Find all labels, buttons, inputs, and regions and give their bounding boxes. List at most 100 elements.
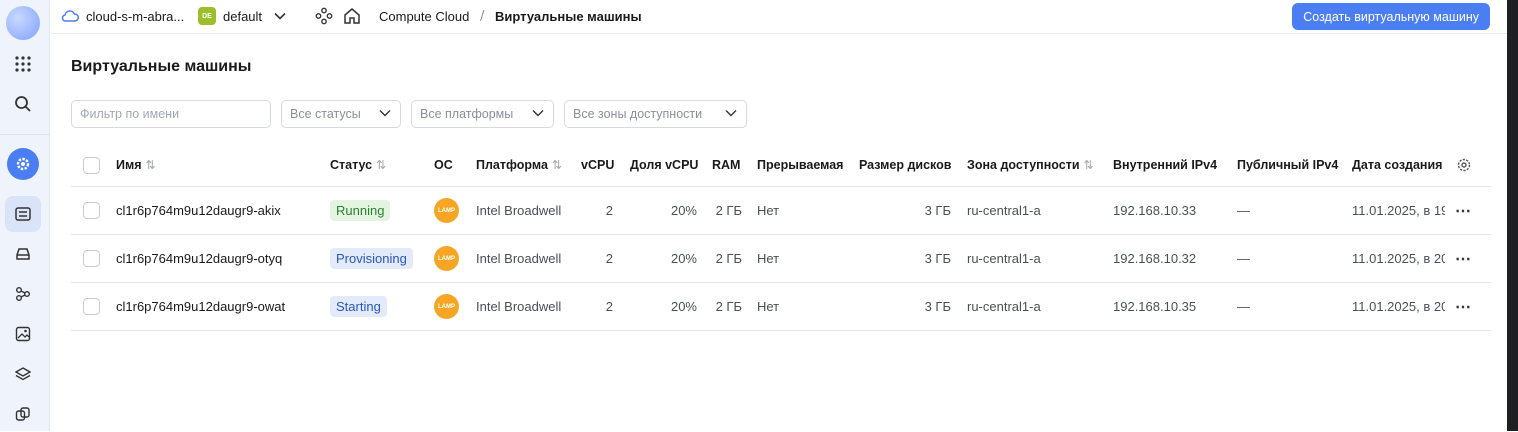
public-ip: — — [1237, 251, 1250, 266]
disk-size: 3 ГБ — [924, 203, 951, 218]
status-badge-label: Starting — [330, 296, 387, 317]
top-bar: cloud-s-m-abra... DE default Compute Clo… — [51, 0, 1518, 34]
header-status-label: Статус — [330, 158, 373, 172]
home-icon[interactable] — [343, 0, 361, 32]
header-name[interactable]: Имя ⇅ — [116, 144, 156, 186]
more-icon[interactable]: ⋯ — [1455, 187, 1472, 234]
settings-icon[interactable] — [1456, 144, 1472, 186]
vcpu: 2 — [605, 299, 613, 314]
sort-icon: ⇅ — [551, 158, 562, 172]
snapshot-icon[interactable] — [5, 396, 41, 432]
create-vm-button[interactable]: Создать виртуальную машину — [1292, 3, 1490, 30]
platform-select[interactable]: Все платформы — [411, 100, 554, 128]
row-checkbox[interactable] — [83, 187, 100, 234]
logo-icon[interactable] — [6, 6, 40, 40]
more-icon[interactable]: ⋯ — [1455, 283, 1472, 330]
vcpu: 2 — [605, 203, 613, 218]
chevron-down-icon — [532, 110, 544, 117]
header-zone[interactable]: Зона доступности ⇅ — [967, 144, 1094, 186]
zone-select[interactable]: Все зоны доступности — [564, 100, 747, 128]
image-icon[interactable] — [5, 316, 41, 352]
table-row[interactable]: cl1r6p764m9u12daugr9-owat Starting LAMP … — [71, 283, 1491, 331]
page-title: Виртуальные машины — [71, 58, 252, 75]
created-date: 11.01.2025, в 20 — [1352, 299, 1445, 314]
header-status[interactable]: Статус ⇅ — [330, 144, 386, 186]
table-header: Имя ⇅ Статус ⇅ ОС Платформа ⇅ vCPU Доля vCP… — [71, 144, 1491, 187]
cloud-icon — [61, 10, 79, 22]
platform: Intel Broadwell — [476, 251, 562, 266]
platform: Intel Broadwell — [476, 203, 562, 218]
folder-selector[interactable]: DE default — [198, 0, 286, 32]
zone-select-value: Все зоны доступности — [573, 107, 703, 121]
sort-icon: ⇅ — [1083, 158, 1094, 172]
status-select-value: Все статусы — [290, 107, 361, 121]
layers-icon[interactable] — [5, 356, 41, 392]
ram: 2 ГБ — [715, 203, 742, 218]
vm-name[interactable]: cl1r6p764m9u12daugr9-akix — [116, 187, 281, 234]
header-zone-label: Зона доступности — [967, 158, 1080, 172]
name-filter[interactable] — [71, 100, 271, 128]
header-created: Дата создания — [1352, 158, 1443, 172]
vcpu-share: 20% — [670, 251, 697, 266]
disk-size: 3 ГБ — [924, 251, 951, 266]
sidebar — [0, 0, 50, 431]
chevron-down-icon — [379, 110, 391, 117]
zone: ru-central1-a — [967, 251, 1041, 266]
row-checkbox[interactable] — [83, 283, 100, 330]
search-icon[interactable] — [5, 86, 41, 122]
sort-icon: ⇅ — [145, 158, 156, 172]
internal-ip: 192.168.10.33 — [1113, 203, 1197, 218]
more-icon[interactable]: ⋯ — [1455, 235, 1472, 282]
disk-icon[interactable] — [5, 236, 41, 272]
status-select[interactable]: Все статусы — [281, 100, 401, 128]
vcpu: 2 — [605, 251, 613, 266]
breadcrumb-current: Виртуальные машины — [495, 8, 642, 24]
table-row[interactable]: cl1r6p764m9u12daugr9-akix Running LAMP I… — [71, 187, 1491, 235]
folder-badge: DE — [198, 7, 216, 25]
header-vcpu-share: Доля vCPU — [630, 158, 699, 172]
sort-icon: ⇅ — [376, 158, 387, 172]
cloud-selector[interactable]: cloud-s-m-abra... — [61, 0, 184, 32]
header-internal-ip: Внутренний IPv4 — [1113, 158, 1218, 172]
select-all-checkbox[interactable] — [83, 144, 100, 186]
table-row[interactable]: cl1r6p764m9u12daugr9-otyq Provisioning L… — [71, 235, 1491, 283]
vm-list-icon[interactable] — [5, 196, 41, 232]
vm-name[interactable]: cl1r6p764m9u12daugr9-otyq — [116, 235, 282, 282]
chevron-down-icon — [274, 12, 286, 20]
os-icon: LAMP — [434, 283, 459, 330]
breadcrumb-separator: / — [480, 8, 485, 24]
services-icon[interactable] — [315, 0, 333, 32]
vm-name[interactable]: cl1r6p764m9u12daugr9-owat — [116, 283, 285, 330]
preemptible: Нет — [757, 203, 780, 218]
row-checkbox[interactable] — [83, 235, 100, 282]
platform-select-value: Все платформы — [420, 107, 514, 121]
status-badge: Running — [330, 187, 391, 234]
header-os: ОС — [434, 158, 453, 172]
header-name-label: Имя — [116, 158, 142, 172]
platform: Intel Broadwell — [476, 299, 562, 314]
apps-grid-icon[interactable] — [5, 46, 41, 82]
header-vcpu: vCPU — [581, 158, 615, 172]
cloud-name: cloud-s-m-abra... — [86, 8, 185, 24]
name-filter-input[interactable] — [80, 107, 262, 121]
vcpu-share: 20% — [670, 203, 697, 218]
status-badge-label: Running — [330, 200, 391, 221]
compute-gear-icon[interactable] — [7, 148, 39, 180]
ram: 2 ГБ — [715, 251, 742, 266]
zone: ru-central1-a — [967, 299, 1041, 314]
vcpu-share: 20% — [670, 299, 697, 314]
internal-ip: 192.168.10.32 — [1113, 251, 1197, 266]
created-date: 11.01.2025, в 20 — [1352, 251, 1445, 266]
network-icon[interactable] — [5, 276, 41, 312]
zone: ru-central1-a — [967, 203, 1041, 218]
preemptible: Нет — [757, 251, 780, 266]
os-icon-label: LAMP — [434, 198, 459, 223]
status-badge: Starting — [330, 283, 387, 330]
preemptible: Нет — [757, 299, 780, 314]
header-platform[interactable]: Платформа ⇅ — [476, 144, 562, 186]
breadcrumb-service[interactable]: Compute Cloud — [379, 0, 469, 32]
header-public-ip: Публичный IPv4 — [1237, 158, 1339, 172]
created-date: 11.01.2025, в 19 — [1352, 203, 1445, 218]
public-ip: — — [1237, 203, 1250, 218]
os-icon: LAMP — [434, 187, 459, 234]
